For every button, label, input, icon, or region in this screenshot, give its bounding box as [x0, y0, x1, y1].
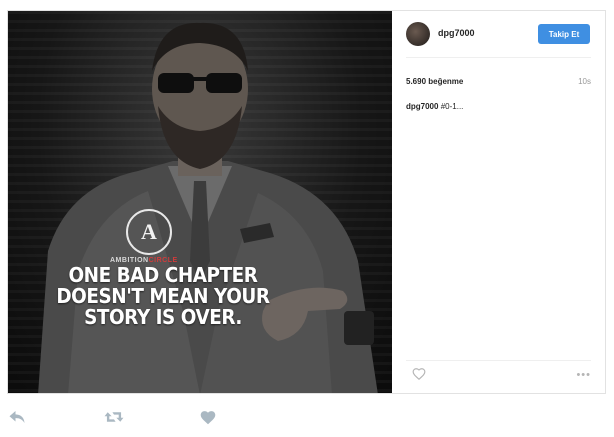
- tweet-actions: [0, 404, 614, 437]
- follow-button[interactable]: Takip Et: [538, 24, 590, 44]
- quote-text: ONE BAD CHAPTER DOESN'T MEAN YOUR STORY …: [20, 265, 305, 328]
- caption: dpg7000 #0-1...: [406, 102, 463, 111]
- avatar[interactable]: [406, 22, 430, 46]
- man-in-suit-image: [38, 22, 378, 393]
- like-heart-icon[interactable]: [199, 409, 217, 425]
- logo-letter: A: [141, 219, 157, 244]
- embedded-instagram-post: A AMBITIONCIRCLE ONE BAD CHAPTER DOESN'T…: [7, 10, 606, 394]
- caption-text: #0-1...: [440, 102, 464, 111]
- header-divider: [406, 57, 591, 58]
- reply-icon[interactable]: [8, 409, 26, 425]
- post-photo[interactable]: A AMBITIONCIRCLE ONE BAD CHAPTER DOESN'T…: [8, 11, 392, 393]
- post-time: 10s: [578, 77, 591, 86]
- post-sidebar: dpg7000 Takip Et 5.690 beğenme 10s dpg70…: [392, 11, 605, 393]
- footer-divider: [406, 360, 591, 361]
- likes-count[interactable]: 5.690 beğenme: [406, 77, 463, 86]
- more-options-button[interactable]: •••: [576, 369, 591, 381]
- quote-line-1: ONE BAD CHAPTER: [68, 263, 258, 287]
- retweet-icon[interactable]: [103, 409, 125, 425]
- username[interactable]: dpg7000: [438, 28, 475, 38]
- heart-icon[interactable]: [412, 367, 426, 381]
- quote-line-2: DOESN'T MEAN YOUR: [56, 284, 270, 308]
- quote-line-3: STORY IS OVER.: [84, 305, 242, 329]
- brand-logo: A: [126, 209, 172, 255]
- caption-username[interactable]: dpg7000: [406, 102, 438, 111]
